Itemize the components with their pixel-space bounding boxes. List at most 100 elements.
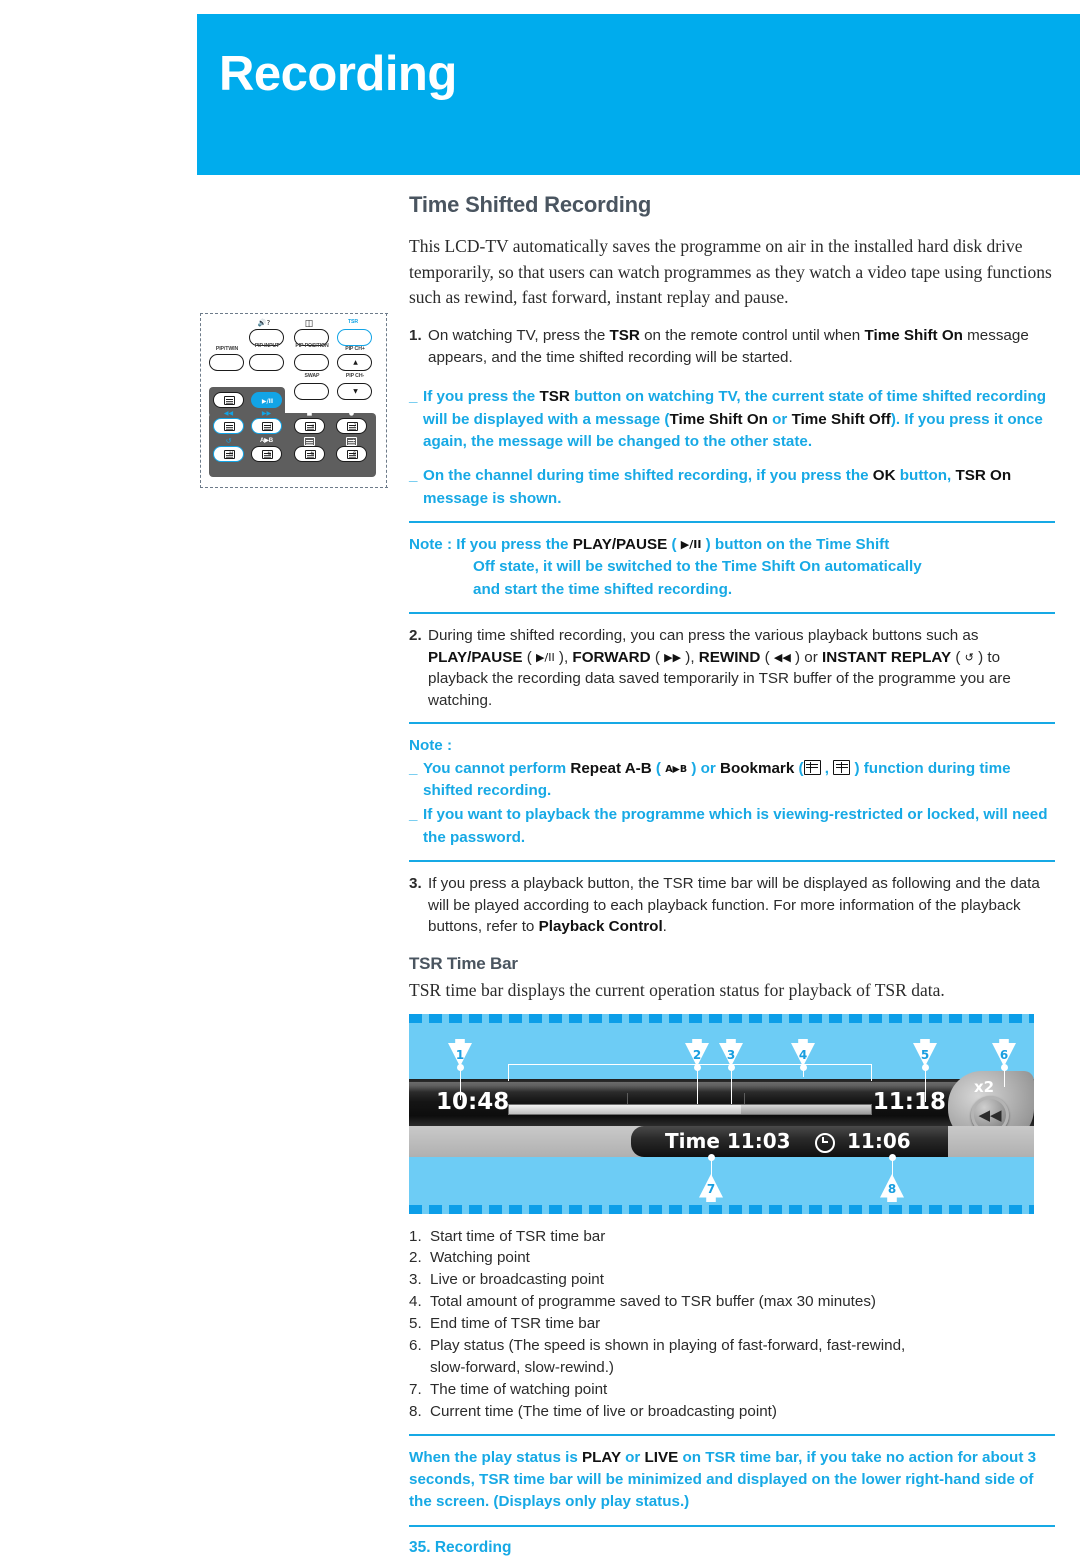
callout-2-dot	[693, 1063, 701, 1071]
mark-menu-icon: M	[224, 450, 235, 459]
help-menu-icon: ?	[347, 422, 358, 431]
record-icon: ●	[348, 410, 355, 417]
manual-page: Recording 🔊? ◫ TSR PIP/TWIN PIP INPUT PI…	[0, 0, 1080, 1556]
fn-b1: PLAY	[582, 1448, 621, 1466]
callout-6-number: 6	[999, 1047, 1009, 1062]
s2-rewind: REWIND	[698, 648, 761, 666]
instant-replay-glyph: ↺	[964, 650, 974, 664]
bn1-b2: Time Shift On	[669, 410, 768, 428]
tsr-button[interactable]	[337, 329, 372, 346]
pip-position-button-2[interactable]	[294, 354, 329, 371]
cancel-button[interactable]: x	[294, 418, 325, 434]
legend-text: End time of TSR time bar	[430, 1315, 601, 1333]
chevron-down-icon: ▼	[353, 388, 358, 395]
divider-4	[409, 860, 1055, 863]
bullet-dash: _	[409, 467, 418, 485]
bookmark-add-icon	[833, 759, 851, 775]
callout-3-number: 3	[726, 1047, 736, 1062]
legend-item: 2. Watching point	[409, 1247, 1055, 1269]
callout-6-dot	[1000, 1063, 1008, 1071]
step-3-number: 3.	[409, 875, 422, 893]
np-b1: PLAY/PAUSE	[572, 536, 668, 554]
forward-button[interactable]: i	[251, 418, 282, 434]
callout-7-number: 7	[706, 1181, 716, 1196]
cancel-menu-icon: x	[305, 422, 316, 431]
rewind-menu-icon	[224, 422, 235, 431]
step-1-bold-timeshift: Time Shift On	[864, 327, 963, 345]
bn2-b2: TSR On	[955, 467, 1012, 485]
forward-glyph: ▶▶	[664, 650, 682, 664]
pip-input-button-2[interactable]	[249, 354, 284, 371]
ab-repeat-button[interactable]: ⇅	[251, 446, 282, 462]
rewind-glyph: ◀◀	[773, 650, 791, 664]
bullet-dash: _	[409, 759, 418, 777]
step-1-bold-tsr: TSR	[609, 327, 640, 345]
callout-4-dot	[799, 1063, 807, 1071]
tsr-progress-fill	[509, 1104, 741, 1114]
bn1-b1: TSR	[539, 388, 570, 406]
legend-text: The time of watching point	[430, 1380, 608, 1398]
legend-text: Total amount of programme saved to TSR b…	[430, 1293, 876, 1311]
pip-ch-up-button[interactable]: ▲	[337, 354, 372, 371]
callout-5: 5	[913, 1038, 937, 1067]
callout-2-number: 2	[692, 1047, 702, 1062]
pip-twin-label: PIP/TWIN	[215, 346, 239, 352]
pip-twin-button[interactable]	[209, 354, 244, 371]
list-menu-icon: ⇅	[305, 450, 316, 459]
divider-6	[409, 1524, 1055, 1527]
mute-icon: 🔊?	[257, 319, 271, 327]
note-playpause-line1: Note : If you press the PLAY/PAUSE ( ▶/I…	[409, 536, 890, 554]
blue-note-1-bullet: _ If you press the TSR button on watchin…	[409, 386, 1055, 453]
pip-ch-dn-label: PIP CH-	[345, 373, 365, 379]
callout-3-leader	[730, 1066, 732, 1104]
timer-menu-icon: ⏱	[347, 450, 358, 459]
list-button[interactable]: ⇅	[294, 446, 325, 462]
tsr-start-time: 10:48	[436, 1088, 510, 1115]
rewind-button[interactable]	[213, 418, 244, 434]
note-playpause-line2: Off state, it will be switched to the Ti…	[473, 558, 922, 576]
play-pause-button[interactable]: ▶/II	[251, 392, 282, 408]
play-pause-glyph: ▶/II	[680, 538, 702, 552]
legend-text: Current time (The time of live or broadc…	[430, 1402, 777, 1420]
step-1: 1. On watching TV, press the TSR on the …	[409, 325, 1055, 368]
callout-8-dot	[888, 1153, 896, 1161]
note-2b-text: If you want to playback the programme wh…	[423, 806, 1048, 846]
osd-status-pill: Time 11:03 11:06	[631, 1125, 948, 1157]
s3-b1: Playback Control	[538, 918, 663, 936]
play-pause-glyph: ▶/II	[536, 650, 555, 664]
tsr-progress-track[interactable]	[508, 1092, 872, 1115]
step-2: 2. During time shifted recording, you ca…	[409, 625, 1055, 711]
timer-button[interactable]: ⏱	[336, 446, 367, 462]
np-t1: If you press the	[456, 536, 573, 554]
legend-text: Play status (The speed is shown in playi…	[430, 1337, 906, 1354]
s2-instant: INSTANT REPLAY	[822, 648, 952, 666]
osd-status-row: Time 11:03 11:06	[409, 1125, 1034, 1157]
menu-button[interactable]	[213, 392, 244, 408]
note-2-bullet-a: _ You cannot perform Repeat A-B ( A▶B ) …	[409, 758, 1055, 803]
mark-button[interactable]: M	[213, 446, 244, 462]
step-1-part2: on the remote control until when	[639, 327, 865, 345]
tsr-time-bar-figure: 10:48 11:18 x2 ◀◀ Time 11:03 11:06 1 2 3…	[409, 1013, 1034, 1214]
swap-button[interactable]	[294, 383, 329, 400]
pip-ch-up-label: PIP CH+	[345, 346, 365, 352]
legend-item: 1. Start time of TSR time bar	[409, 1226, 1055, 1248]
callout-1-number: 1	[455, 1047, 465, 1062]
legend-num: 5.	[409, 1315, 422, 1333]
callout-4-number: 4	[798, 1047, 808, 1062]
callout-3: 3	[719, 1038, 743, 1067]
pip-ch-down-button[interactable]: ▼	[337, 383, 372, 400]
callout-5-number: 5	[920, 1047, 930, 1062]
tsr-legend-list: 1. Start time of TSR time bar 2. Watching …	[409, 1226, 1055, 1423]
s3-p1: If you press a playback button, the TSR …	[428, 875, 1040, 936]
bn2-b1: OK	[872, 467, 896, 485]
blue-note-2-bullet: _ On the channel during time shifted rec…	[409, 465, 1055, 510]
legend-num: 2.	[409, 1249, 422, 1267]
legend-num: 1.	[409, 1227, 422, 1245]
legend-num: 6.	[409, 1337, 422, 1354]
repeat-ab-label: A▶B	[260, 438, 273, 444]
note-2-label: Note :	[409, 737, 453, 755]
help-button[interactable]: ?	[336, 418, 367, 434]
final-blue-note: When the play status is PLAY or LIVE on …	[409, 1447, 1055, 1514]
n2a-t1: You cannot perform	[423, 759, 571, 777]
callout-1-leader	[459, 1066, 461, 1100]
